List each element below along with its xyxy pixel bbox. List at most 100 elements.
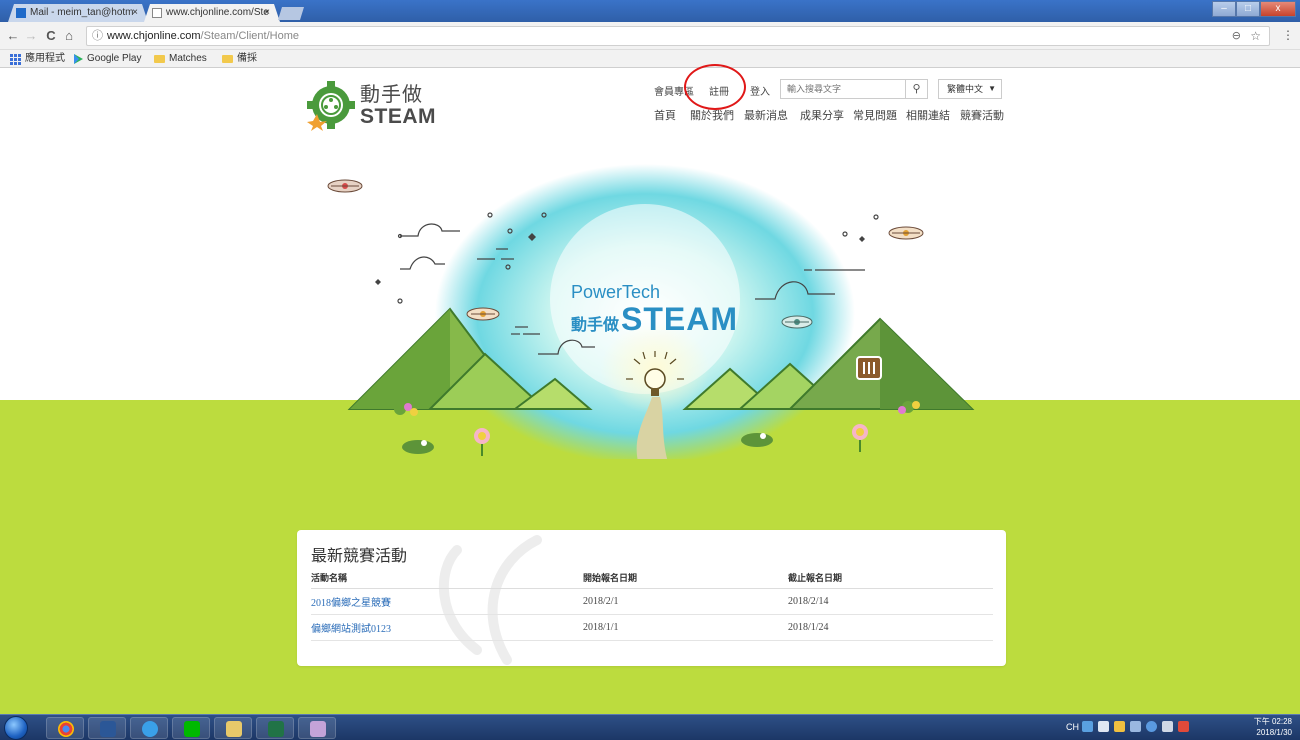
maximize-button[interactable]: □ (1236, 1, 1260, 17)
login-link[interactable]: 登入 (750, 83, 770, 98)
clock-date: 2018/1/30 (1256, 728, 1292, 737)
member-area-link[interactable]: 會員專區 (654, 83, 694, 98)
outlook-icon (16, 8, 26, 18)
explorer-icon[interactable] (214, 717, 252, 739)
start-date-cell: 2018/2/1 (583, 588, 788, 615)
start-button[interactable] (4, 716, 28, 740)
tab-label: Mail - meim_tan@hotm (30, 7, 134, 18)
system-tray: CH 下午 02:28 2018/1/30 (1060, 715, 1300, 740)
bookmark-label: Matches (169, 53, 207, 64)
tab-close-icon[interactable]: × (264, 4, 270, 22)
nav-results[interactable]: 成果分享 (800, 107, 844, 123)
apps-grid-icon (10, 53, 21, 65)
clock[interactable]: 下午 02:28 2018/1/30 (1254, 716, 1292, 738)
nav-news[interactable]: 最新消息 (744, 107, 788, 123)
hero-line1: PowerTech (571, 282, 661, 302)
column-header-name: 活動名稱 (311, 568, 583, 589)
competition-link[interactable]: 偏鄉網站測試0123 (311, 614, 583, 641)
logo-line1: 動手做 (360, 84, 423, 106)
line-icon[interactable] (172, 717, 210, 739)
browser-menu-icon[interactable]: ⋮ (1282, 28, 1294, 42)
url-input[interactable]: ⓘ www.chjonline.com/Steam/Client/Home ⊖ … (86, 26, 1270, 46)
taskbar: CH 下午 02:28 2018/1/30 (0, 714, 1300, 740)
card-title: 最新競賽活動 (311, 548, 408, 565)
tray-icons (1082, 721, 1189, 732)
folder-icon (222, 55, 233, 63)
bookmark-label: 備採 (237, 53, 257, 64)
ime-indicator[interactable]: CH (1066, 722, 1079, 732)
table-row: 偏鄉網站測試0123 2018/1/1 2018/1/24 (311, 614, 993, 641)
search-icon[interactable]: ⚲ (905, 80, 927, 98)
end-date-cell: 2018/1/24 (788, 614, 993, 641)
competitions-table: 活動名稱 開始報名日期 截止報名日期 2018偏鄉之星競賽 2018/2/1 2… (311, 568, 993, 641)
page-icon (152, 8, 162, 18)
start-date-cell: 2018/1/1 (583, 614, 788, 641)
hero-line2-cn: 動手做 (571, 317, 620, 334)
logo-text[interactable]: 動手做 STEAM (360, 84, 436, 128)
tab-close-icon[interactable]: × (132, 4, 138, 22)
column-header-end: 截止報名日期 (788, 568, 993, 589)
close-window-button[interactable]: x (1260, 1, 1296, 17)
hero-title: PowerTech 動手做 STEAM (571, 282, 738, 335)
latest-competitions-card: 最新競賽活動 活動名稱 開始報名日期 截止報名日期 2018偏鄉之星競賽 201… (297, 530, 1006, 666)
url-host: www.chjonline.com (107, 30, 201, 42)
language-value: 繁體中文 (947, 84, 984, 94)
tray-app-icon[interactable] (1114, 721, 1125, 732)
table-row: 2018偏鄉之星競賽 2018/2/1 2018/2/14 (311, 588, 993, 615)
new-tab-button[interactable] (278, 7, 304, 20)
bookmark-label: Google Play (87, 53, 142, 64)
bookmark-backup[interactable]: 備採 (222, 50, 257, 68)
hero-line2-en: STEAM (621, 301, 739, 337)
clock-time: 下午 02:28 (1253, 717, 1292, 726)
forward-icon[interactable]: → (24, 28, 38, 43)
nav-about[interactable]: 關於我們 (690, 107, 734, 123)
zoom-icon[interactable]: ⊖ (1232, 27, 1241, 45)
logo-line2: STEAM (360, 105, 436, 128)
ime-mode-icon[interactable] (1082, 721, 1093, 732)
chrome-icon[interactable] (46, 717, 84, 739)
competition-link[interactable]: 2018偏鄉之星競賽 (311, 588, 583, 615)
folder-icon (154, 55, 165, 63)
end-date-cell: 2018/2/14 (788, 588, 993, 615)
register-link[interactable]: 註冊 (709, 83, 729, 98)
paint-icon[interactable] (298, 717, 336, 739)
bookmark-star-icon[interactable]: ☆ (1250, 27, 1261, 45)
chevron-down-icon: ▼ (988, 84, 996, 93)
excel-icon[interactable] (256, 717, 294, 739)
language-select[interactable]: 繁體中文 ▼ (938, 79, 1002, 99)
tab-steam[interactable]: www.chjonline.com/Ste × (144, 4, 280, 22)
minimize-button[interactable]: – (1212, 1, 1236, 17)
nav-links[interactable]: 相關連結 (906, 107, 950, 123)
search-input[interactable] (781, 80, 907, 98)
bookmark-matches[interactable]: Matches (154, 50, 207, 68)
bookmarks-bar: 應用程式 Google Play Matches 備採 (0, 50, 1300, 68)
site-search: ⚲ (780, 79, 928, 99)
tab-label: www.chjonline.com/Ste (166, 7, 269, 18)
address-bar: ← → C ⌂ ⓘ www.chjonline.com/Steam/Client… (0, 22, 1300, 50)
nav-competitions[interactable]: 競賽活動 (960, 107, 1004, 123)
table-header-row: 活動名稱 開始報名日期 截止報名日期 (311, 568, 993, 589)
window-controls: – □ x (1212, 1, 1296, 19)
column-header-start: 開始報名日期 (583, 568, 788, 589)
help-icon[interactable] (1146, 721, 1157, 732)
browser-tabbar: Mail - meim_tan@hotm × www.chjonline.com… (0, 0, 1300, 22)
network-icon[interactable] (1130, 721, 1141, 732)
ie-icon[interactable] (130, 717, 168, 739)
nav-home[interactable]: 首頁 (654, 107, 676, 123)
info-icon[interactable]: ⓘ (92, 27, 103, 45)
word-icon[interactable] (88, 717, 126, 739)
bookmark-google-play[interactable]: Google Play (74, 50, 141, 68)
input-icon[interactable] (1098, 721, 1109, 732)
bookmark-label: 應用程式 (25, 53, 65, 64)
back-icon[interactable]: ← (6, 28, 20, 43)
flag-icon[interactable] (1178, 721, 1189, 732)
url-path: /Steam/Client/Home (200, 30, 299, 42)
home-icon[interactable]: ⌂ (62, 28, 76, 43)
page-viewport: 動手做 STEAM 會員專區 註冊 登入 ⚲ 繁體中文 ▼ 首頁 關於我們 最新… (0, 69, 1300, 714)
bookmark-apps[interactable]: 應用程式 (10, 50, 65, 68)
reload-icon[interactable]: C (44, 28, 58, 43)
volume-icon[interactable] (1162, 721, 1173, 732)
tab-mail[interactable]: Mail - meim_tan@hotm × (8, 4, 148, 22)
play-icon (74, 54, 83, 64)
nav-faq[interactable]: 常見問題 (853, 107, 897, 123)
